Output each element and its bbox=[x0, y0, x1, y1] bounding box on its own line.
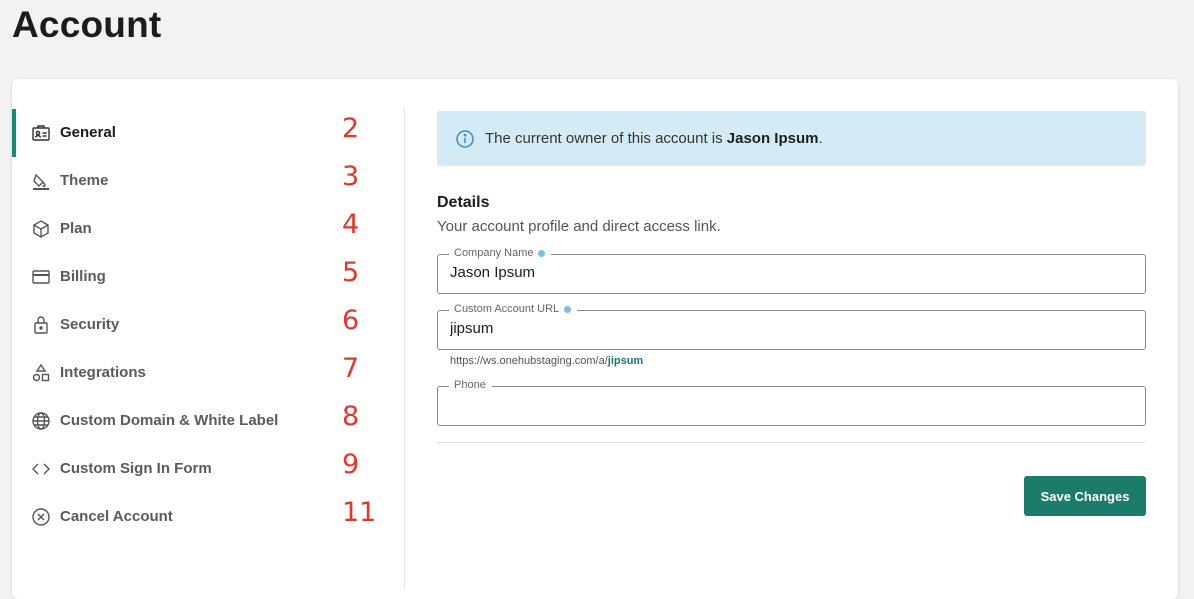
lock-icon bbox=[30, 314, 52, 336]
annotation-number: 7 bbox=[342, 353, 360, 384]
sidebar-item-cancel-account[interactable]: Cancel Account 11 bbox=[12, 493, 404, 541]
sidebar-item-custom-domain[interactable]: Custom Domain & White Label 8 bbox=[12, 397, 404, 445]
owner-info-banner: The current owner of this account is Jas… bbox=[437, 111, 1146, 166]
company-name-label: Company Name bbox=[449, 247, 552, 259]
sidebar-item-custom-sign-in[interactable]: Custom Sign In Form 9 bbox=[12, 445, 404, 493]
sidebar-item-label: General bbox=[60, 124, 116, 141]
required-dot-icon bbox=[538, 249, 546, 257]
account-url-hint: https://ws.onehubstaging.com/a/jipsum bbox=[450, 355, 644, 367]
sidebar-item-label: Cancel Account bbox=[60, 508, 173, 525]
required-dot-icon bbox=[564, 305, 572, 313]
sidebar-item-general[interactable]: General 2 bbox=[12, 109, 404, 157]
sidebar-item-billing[interactable]: Billing 5 bbox=[12, 253, 404, 301]
url-slug: jipsum bbox=[607, 355, 644, 367]
sidebar-item-label: Custom Sign In Form bbox=[60, 460, 212, 477]
sidebar-item-security[interactable]: Security 6 bbox=[12, 301, 404, 349]
id-card-icon bbox=[30, 122, 52, 144]
annotation-number: 4 bbox=[342, 209, 360, 240]
save-changes-button[interactable]: Save Changes bbox=[1024, 476, 1146, 516]
phone-input[interactable] bbox=[450, 396, 1130, 413]
sidebar-item-label: Plan bbox=[60, 220, 92, 237]
sidebar-item-integrations[interactable]: Integrations 7 bbox=[12, 349, 404, 397]
sidebar-item-label: Integrations bbox=[60, 364, 146, 381]
annotation-number: 9 bbox=[342, 449, 360, 480]
annotation-number: 6 bbox=[342, 305, 360, 336]
sidebar-item-label: Custom Domain & White Label bbox=[60, 412, 279, 429]
annotation-number: 11 bbox=[342, 497, 377, 528]
custom-url-label: Custom Account URL bbox=[449, 303, 578, 315]
company-name-input[interactable] bbox=[450, 264, 1130, 281]
package-icon bbox=[30, 218, 52, 240]
annotation-number: 8 bbox=[342, 401, 360, 432]
annotation-number: 5 bbox=[342, 257, 360, 288]
owner-name: Jason Ipsum bbox=[726, 130, 819, 147]
details-title: Details bbox=[437, 194, 490, 211]
globe-icon bbox=[30, 410, 52, 432]
sidebar-item-label: Theme bbox=[60, 172, 109, 189]
phone-field[interactable]: Phone bbox=[437, 379, 1146, 426]
company-name-field[interactable]: Company Name bbox=[437, 247, 1146, 294]
sidebar-nav: General 2 Theme 3 Plan 4 Billing 5 Secur… bbox=[12, 109, 405, 589]
divider bbox=[437, 442, 1146, 443]
paint-bucket-icon bbox=[30, 170, 52, 192]
custom-url-input[interactable] bbox=[450, 320, 1130, 337]
account-card: General 2 Theme 3 Plan 4 Billing 5 Secur… bbox=[12, 79, 1178, 599]
info-icon bbox=[455, 129, 475, 149]
annotation-number: 3 bbox=[342, 161, 360, 192]
custom-url-field[interactable]: Custom Account URL bbox=[437, 303, 1146, 350]
annotation-number: 2 bbox=[342, 113, 360, 144]
phone-label: Phone bbox=[449, 379, 492, 391]
sidebar-item-label: Security bbox=[60, 316, 120, 333]
page-title: Account bbox=[12, 4, 162, 45]
owner-info-text: The current owner of this account is Jas… bbox=[485, 130, 823, 147]
sidebar-item-plan[interactable]: Plan 4 bbox=[12, 205, 404, 253]
shapes-icon bbox=[30, 362, 52, 384]
code-icon bbox=[30, 458, 52, 480]
credit-card-icon bbox=[30, 266, 52, 288]
details-subtitle: Your account profile and direct access l… bbox=[437, 218, 721, 235]
x-circle-icon bbox=[30, 506, 52, 528]
sidebar-item-label: Billing bbox=[60, 268, 106, 285]
sidebar-item-theme[interactable]: Theme 3 bbox=[12, 157, 404, 205]
